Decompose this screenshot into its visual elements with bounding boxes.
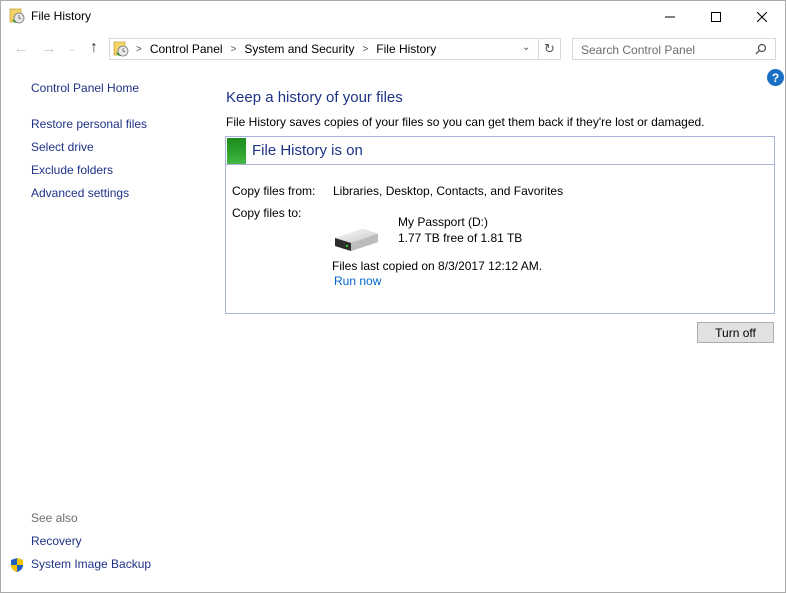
file-history-icon [9,8,25,24]
status-title: File History is on [252,142,363,159]
search-placeholder: Search Control Panel [581,43,696,57]
search-input[interactable]: Search Control Panel [572,38,776,60]
address-bar[interactable]: > Control Panel > System and Security > … [109,38,539,60]
chevron-right-icon[interactable]: > [136,44,142,55]
copy-from-label: Copy files from: [232,184,316,198]
copy-from-value: Libraries, Desktop, Contacts, and Favori… [333,184,564,198]
minimize-icon [665,16,675,17]
up-button[interactable]: ↑ [85,39,103,57]
search-icon [755,43,767,55]
title-bar: File History [1,1,785,32]
page-title: Keep a history of your files [226,89,403,106]
close-button[interactable] [739,1,785,32]
forward-button[interactable]: → [39,39,59,57]
chevron-right-icon[interactable]: > [362,44,368,55]
refresh-button[interactable]: ↻ [539,38,561,60]
sidebar-item-system-image-backup[interactable]: System Image Backup [31,557,151,571]
status-panel: File History is on Copy files from: Libr… [225,136,775,314]
close-icon [757,11,767,22]
status-indicator [227,138,246,164]
drive-free-space: 1.77 TB free of 1.81 TB [398,231,523,245]
breadcrumb-control-panel[interactable]: Control Panel [150,42,223,56]
help-icon[interactable]: ? [767,69,784,86]
file-history-icon [113,41,129,57]
page-description: File History saves copies of your files … [226,115,705,129]
sidebar-item-restore-personal-files[interactable]: Restore personal files [31,117,147,131]
breadcrumb: > Control Panel > System and Security > … [132,42,436,56]
maximize-icon [711,11,721,22]
see-also-label: See also [31,511,78,525]
file-history-window: File History ← → ⌄ ↑ > Control Panel > S… [0,0,786,593]
drive-icon [335,229,378,251]
sidebar-item-advanced-settings[interactable]: Advanced settings [31,186,129,200]
drive-name: My Passport (D:) [398,215,489,229]
breadcrumb-system-and-security[interactable]: System and Security [244,42,354,56]
run-now-link[interactable]: Run now [334,274,381,288]
minimize-button[interactable] [647,1,693,32]
navigation-bar: ← → ⌄ ↑ > Control Panel > System and Sec… [1,32,785,64]
chevron-down-icon[interactable]: ⌄ [522,42,530,53]
sidebar-item-recovery[interactable]: Recovery [31,534,82,548]
copy-to-label: Copy files to: [232,206,302,220]
maximize-button[interactable] [693,1,739,32]
back-button[interactable]: ← [11,39,31,57]
last-copied-text: Files last copied on 8/3/2017 12:12 AM. [332,259,543,273]
sidebar-item-select-drive[interactable]: Select drive [31,140,94,154]
window-title: File History [31,9,92,23]
uac-shield-icon [11,558,23,572]
refresh-icon: ↻ [544,41,555,56]
chevron-right-icon[interactable]: > [231,44,237,55]
status-header: File History is on [226,137,774,165]
breadcrumb-file-history[interactable]: File History [376,42,436,56]
sidebar-item-control-panel-home[interactable]: Control Panel Home [31,81,139,95]
recent-locations-button[interactable]: ⌄ [65,39,79,57]
sidebar-item-exclude-folders[interactable]: Exclude folders [31,163,113,177]
turn-off-button[interactable]: Turn off [697,322,774,343]
